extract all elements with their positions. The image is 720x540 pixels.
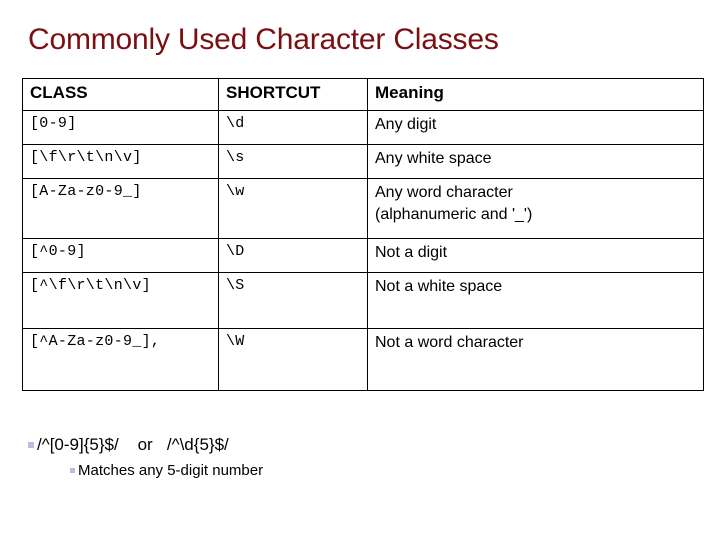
table-row: [^0-9] \D Not a digit xyxy=(22,238,704,273)
list-item: Matches any 5-digit number xyxy=(70,461,712,481)
cell-class: [^A-Za-z0-9_], xyxy=(22,328,219,391)
cell-class: [\f\r\t\n\v] xyxy=(22,144,219,179)
square-bullet-icon xyxy=(70,468,75,473)
cell-shortcut: \s xyxy=(218,144,368,179)
cell-shortcut: \D xyxy=(218,238,368,273)
character-classes-table: CLASS SHORTCUT Meaning [0-9] \d Any digi… xyxy=(22,78,704,391)
bullet-list: /^[0-9]{5}$/ or /^\d{5}$/ Matches any 5-… xyxy=(22,434,712,481)
slide-canvas: Commonly Used Character Classes CLASS SH… xyxy=(0,0,720,540)
cell-class: [0-9] xyxy=(22,110,219,145)
cell-shortcut: \w xyxy=(218,178,368,239)
square-bullet-icon xyxy=(28,442,34,448)
cell-shortcut: \W xyxy=(218,328,368,391)
cell-shortcut: \d xyxy=(218,110,368,145)
page-title: Commonly Used Character Classes xyxy=(28,23,499,56)
table-row: [A-Za-z0-9_] \w Any word character (alph… xyxy=(22,178,704,239)
column-header-shortcut: SHORTCUT xyxy=(218,78,368,111)
cell-meaning: Any word character (alphanumeric and '_'… xyxy=(367,178,704,239)
cell-shortcut: \S xyxy=(218,272,368,329)
table-row: [\f\r\t\n\v] \s Any white space xyxy=(22,144,704,179)
cell-meaning: Any digit xyxy=(367,110,704,145)
cell-class: [^\f\r\t\n\v] xyxy=(22,272,219,329)
cell-meaning: Not a word character xyxy=(367,328,704,391)
bullet-text-regex-description: Matches any 5-digit number xyxy=(78,462,264,479)
cell-meaning: Not a white space xyxy=(367,272,704,329)
list-item: /^[0-9]{5}$/ or /^\d{5}$/ xyxy=(28,434,712,456)
column-header-class: CLASS xyxy=(22,78,219,111)
table-header-row: CLASS SHORTCUT Meaning xyxy=(22,78,704,111)
cell-class: [A-Za-z0-9_] xyxy=(22,178,219,239)
column-header-meaning: Meaning xyxy=(367,78,704,111)
table-row: [^A-Za-z0-9_], \W Not a word character xyxy=(22,328,704,391)
cell-meaning: Not a digit xyxy=(367,238,704,273)
table-row: [^\f\r\t\n\v] \S Not a white space xyxy=(22,272,704,329)
table-row: [0-9] \d Any digit xyxy=(22,110,704,145)
cell-meaning: Any white space xyxy=(367,144,704,179)
bullet-text-regex-example: /^[0-9]{5}$/ or /^\d{5}$/ xyxy=(37,435,229,454)
cell-class: [^0-9] xyxy=(22,238,219,273)
